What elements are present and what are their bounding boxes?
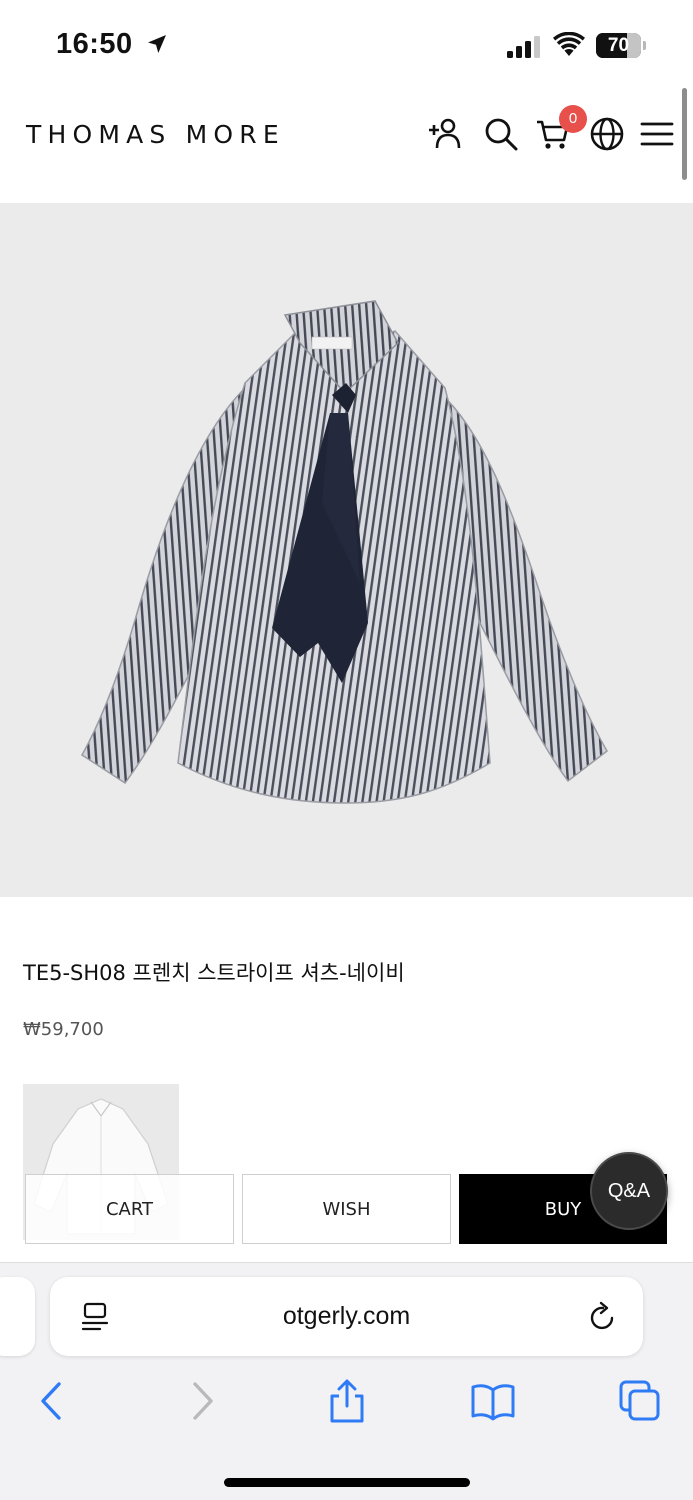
product-price: ₩59,700 — [23, 1019, 104, 1040]
wifi-icon — [553, 32, 585, 56]
cart-button-label: CART — [105, 1198, 154, 1220]
reload-icon[interactable] — [588, 1301, 618, 1333]
status-bar: 16:50 70 — [0, 0, 693, 90]
buy-button-label: BUY — [544, 1198, 582, 1220]
add-user-icon[interactable] — [427, 116, 463, 152]
brand-logo[interactable]: THOMAS MORE — [26, 120, 285, 149]
product-image[interactable] — [0, 203, 693, 897]
qa-floating-button[interactable]: Q&A — [590, 1152, 668, 1230]
battery-indicator: 70 — [596, 33, 646, 58]
previous-tab-preview[interactable] — [0, 1277, 35, 1356]
qa-button-label: Q&A — [607, 1179, 651, 1202]
search-icon[interactable] — [483, 116, 519, 152]
battery-nub — [643, 41, 646, 50]
share-icon[interactable] — [324, 1378, 370, 1424]
cart-count-badge: 0 — [559, 105, 587, 133]
forward-icon[interactable] — [179, 1378, 225, 1424]
wishlist-button[interactable]: WISH — [242, 1174, 451, 1244]
home-indicator[interactable] — [224, 1478, 470, 1487]
location-arrow-icon — [148, 35, 166, 53]
wish-button-label: WISH — [322, 1198, 371, 1220]
add-to-cart-button[interactable]: CART — [25, 1174, 234, 1244]
url-text: otgerly.com — [282, 1302, 411, 1330]
cellular-signal-icon — [507, 36, 540, 58]
site-header: THOMAS MORE 0 — [0, 90, 693, 203]
battery-level: 70 — [607, 35, 630, 56]
back-icon[interactable] — [29, 1378, 75, 1424]
bookmarks-icon[interactable] — [470, 1378, 516, 1424]
tabs-icon[interactable] — [617, 1378, 663, 1424]
product-title: TE5-SH08 프렌치 스트라이프 셔츠-네이비 — [23, 961, 405, 985]
menu-icon[interactable] — [639, 116, 675, 152]
globe-icon[interactable] — [589, 116, 625, 152]
scroll-indicator[interactable] — [682, 88, 687, 180]
status-time: 16:50 — [56, 28, 133, 60]
address-bar[interactable]: otgerly.com — [50, 1277, 643, 1356]
shirt-with-tie-image — [81, 300, 608, 804]
